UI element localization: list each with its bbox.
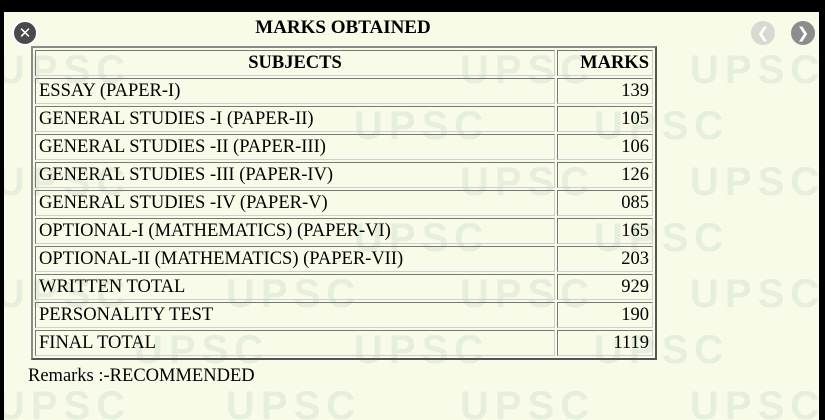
table-row: ESSAY (PAPER-I) 139 (35, 78, 653, 104)
previous-button[interactable]: ❮ (751, 21, 775, 45)
marks-table: SUBJECTS MARKS ESSAY (PAPER-I) 139 GENER… (31, 46, 657, 360)
watermark-text: UPSC (460, 384, 596, 420)
table-row: FINAL TOTAL 1119 (35, 330, 653, 356)
table-row: OPTIONAL-II (MATHEMATICS) (PAPER-VII) 20… (35, 246, 653, 272)
table-row: GENERAL STUDIES -III (PAPER-IV) 126 (35, 162, 653, 188)
next-button[interactable]: ❯ (791, 21, 815, 45)
table-header-row: SUBJECTS MARKS (35, 50, 653, 76)
watermark-text: UPSC (690, 160, 819, 204)
marks-cell: 1119 (557, 330, 653, 356)
marks-cell: 929 (557, 274, 653, 300)
subject-cell: GENERAL STUDIES -III (PAPER-IV) (35, 162, 555, 188)
remarks-text: Remarks :-RECOMMENDED (28, 366, 255, 386)
subject-cell: GENERAL STUDIES -I (PAPER-II) (35, 106, 555, 132)
marks-cell: 126 (557, 162, 653, 188)
watermark-text: UPSC (226, 384, 362, 420)
subject-cell: GENERAL STUDIES -IV (PAPER-V) (35, 190, 555, 216)
table-row: GENERAL STUDIES -II (PAPER-III) 106 (35, 134, 653, 160)
watermark-text: UPSC (4, 384, 132, 420)
table-row: GENERAL STUDIES -I (PAPER-II) 105 (35, 106, 653, 132)
subject-cell: OPTIONAL-I (MATHEMATICS) (PAPER-VI) (35, 218, 555, 244)
watermark-text: UPSC (690, 384, 819, 420)
marks-cell: 203 (557, 246, 653, 272)
subject-cell: ESSAY (PAPER-I) (35, 78, 555, 104)
marks-cell: 105 (557, 106, 653, 132)
table-row: OPTIONAL-I (MATHEMATICS) (PAPER-VI) 165 (35, 218, 653, 244)
subject-cell: OPTIONAL-II (MATHEMATICS) (PAPER-VII) (35, 246, 555, 272)
subject-cell: WRITTEN TOTAL (35, 274, 555, 300)
column-header-marks: MARKS (557, 50, 653, 76)
marks-cell: 085 (557, 190, 653, 216)
marks-cell: 139 (557, 78, 653, 104)
table-row: GENERAL STUDIES -IV (PAPER-V) 085 (35, 190, 653, 216)
subject-cell: GENERAL STUDIES -II (PAPER-III) (35, 134, 555, 160)
marks-cell: 190 (557, 302, 653, 328)
column-header-subjects: SUBJECTS (35, 50, 555, 76)
marks-cell: 106 (557, 134, 653, 160)
table-row: PERSONALITY TEST 190 (35, 302, 653, 328)
marks-cell: 165 (557, 218, 653, 244)
watermark-text: UPSC (690, 272, 819, 316)
subject-cell: PERSONALITY TEST (35, 302, 555, 328)
chevron-right-icon: ❯ (796, 24, 810, 42)
subject-cell: FINAL TOTAL (35, 330, 555, 356)
table-row: WRITTEN TOTAL 929 (35, 274, 653, 300)
page-title: MARKS OBTAINED (255, 17, 431, 38)
chevron-left-icon: ❮ (756, 24, 770, 42)
watermark-text: UPSC (690, 48, 819, 92)
